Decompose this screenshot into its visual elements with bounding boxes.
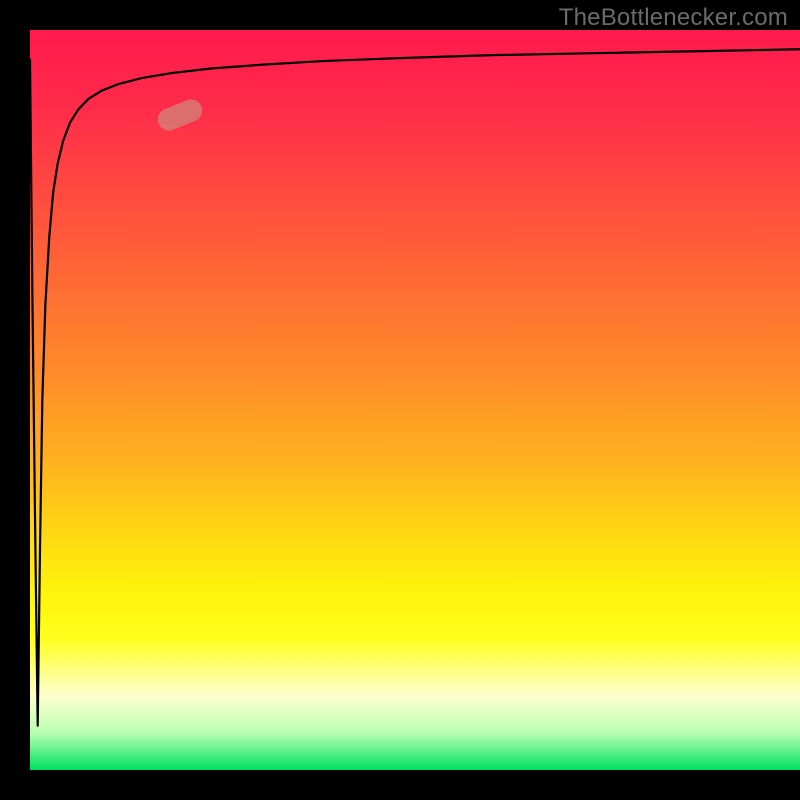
plot-area — [30, 30, 800, 770]
attribution-label: TheBottlenecker.com — [559, 4, 788, 32]
curve-svg — [30, 30, 800, 770]
curve-line — [30, 49, 800, 725]
